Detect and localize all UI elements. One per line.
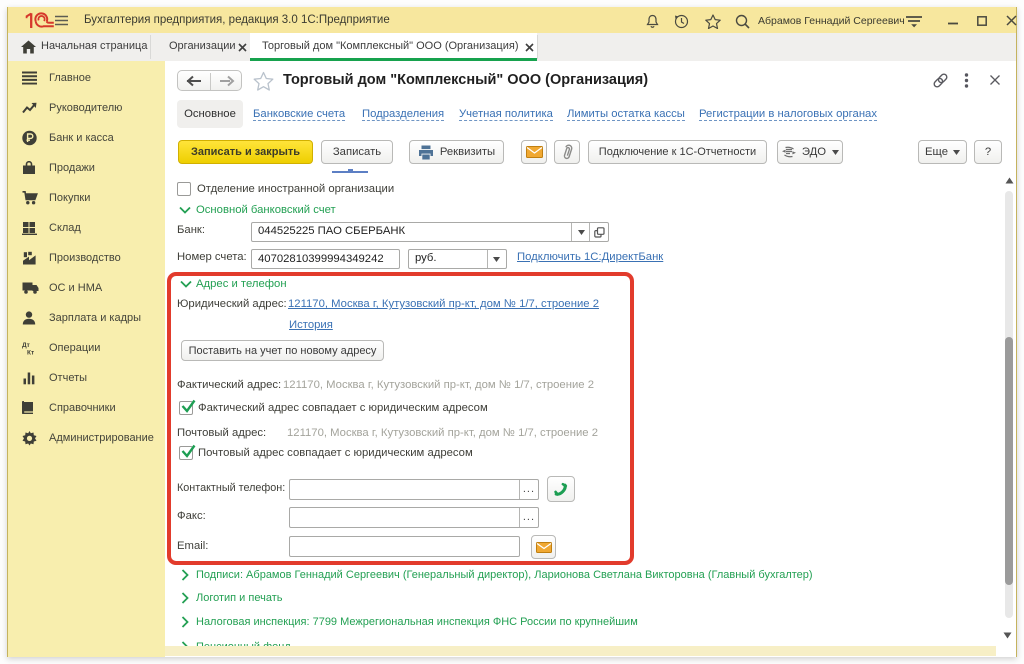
svg-text:Кт: Кт [27,350,34,356]
svg-text:Дт: Дт [22,342,30,349]
